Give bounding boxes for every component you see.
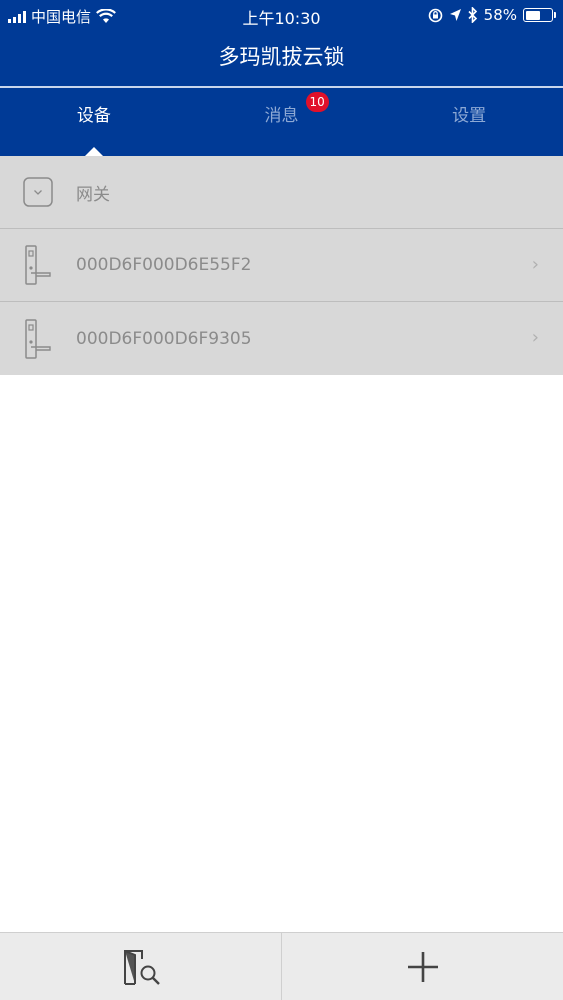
battery-icon: [523, 8, 556, 22]
add-device-button[interactable]: [281, 933, 563, 1000]
tab-messages-label: 消息: [264, 106, 299, 126]
tab-devices-label: 设备: [76, 106, 111, 126]
page-title: 多玛凯拔云锁: [218, 45, 345, 69]
messages-badge: 10: [305, 92, 329, 112]
list-item-label: 000D6F000D6E55F2: [76, 255, 252, 275]
tab-messages[interactable]: 消息 10: [188, 88, 376, 156]
status-right: 58%: [428, 6, 556, 24]
list-item-label: 000D6F000D6F9305: [76, 328, 252, 349]
status-bar: 中国电信 上午10:30 58%: [0, 0, 563, 30]
list-item-gateway[interactable]: 网关: [0, 156, 563, 229]
battery-percent: 58%: [483, 6, 517, 24]
bluetooth-icon: [468, 7, 477, 23]
door-search-icon: [123, 949, 160, 985]
plus-icon: [407, 951, 438, 982]
door-lock-icon: [0, 244, 76, 286]
tab-settings[interactable]: 设置: [375, 88, 563, 156]
location-icon: [449, 9, 461, 21]
tab-bar: 设备 消息 10 设置: [0, 88, 563, 156]
active-tab-indicator: [84, 147, 103, 156]
list-item-lock-2[interactable]: 000D6F000D6F9305 ›: [0, 302, 563, 375]
list-item-lock-1[interactable]: 000D6F000D6E55F2 ›: [0, 229, 563, 302]
orientation-lock-icon: [428, 8, 442, 22]
tab-settings-label: 设置: [452, 106, 487, 126]
chevron-right-icon: ›: [531, 254, 539, 275]
gateway-icon: [0, 176, 76, 208]
door-lock-icon: [0, 318, 76, 360]
nav-bar: 多玛凯拔云锁: [0, 30, 563, 87]
list-item-label: 网关: [76, 184, 110, 205]
tab-devices[interactable]: 设备: [0, 88, 188, 156]
device-list: 网关 000D6F000D6E55F2 › 000D6F000D6F9305 ›: [0, 156, 563, 375]
battery-fill: [525, 10, 540, 20]
bottom-toolbar: [0, 932, 563, 1000]
search-door-button[interactable]: [0, 933, 281, 1000]
chevron-right-icon: ›: [531, 327, 539, 348]
